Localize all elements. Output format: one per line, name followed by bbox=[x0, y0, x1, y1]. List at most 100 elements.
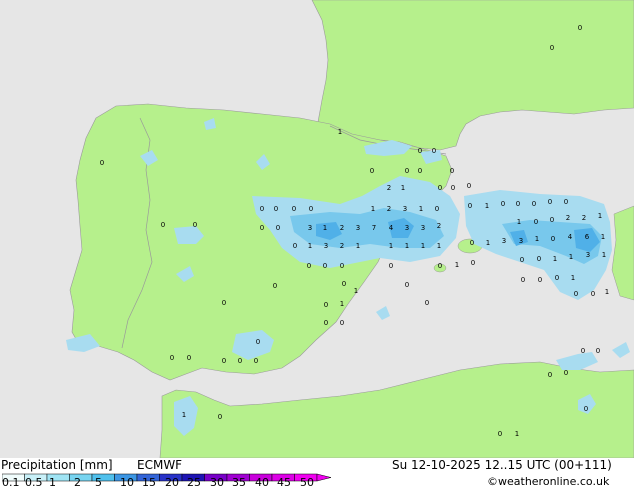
precip-value-label: 0 bbox=[581, 347, 585, 355]
legend-tick-label: 10 bbox=[120, 476, 134, 489]
precip-value-label: 1 bbox=[323, 224, 327, 232]
precip-value-label: 0 bbox=[418, 147, 422, 155]
footer-datetime: Su 12-10-2025 12..15 UTC (00+111) bbox=[392, 458, 612, 472]
precip-value-label: 1 bbox=[308, 242, 312, 250]
footer: Precipitation [mm] ECMWF Su 12-10-2025 1… bbox=[0, 458, 634, 490]
precip-value-label: 2 bbox=[437, 222, 441, 230]
precip-value-label: 3 bbox=[421, 224, 425, 232]
precip-value-label: 3 bbox=[403, 205, 407, 213]
precip-value-label: 0 bbox=[161, 221, 165, 229]
legend-tick-label: 35 bbox=[232, 476, 246, 489]
precip-value-label: 0 bbox=[591, 290, 595, 298]
legend-tick-label: 15 bbox=[142, 476, 156, 489]
precip-value-label: 0 bbox=[274, 205, 278, 213]
precip-value-label: 2 bbox=[387, 184, 391, 192]
precip-value-label: 0 bbox=[534, 218, 538, 226]
precip-value-label: 0 bbox=[555, 274, 559, 282]
precip-value-label: 0 bbox=[324, 301, 328, 309]
precip-value-label: 0 bbox=[521, 276, 525, 284]
precip-value-label: 0 bbox=[405, 167, 409, 175]
precip-value-label: 0 bbox=[451, 184, 455, 192]
precip-value-label: 1 bbox=[571, 274, 575, 282]
precip-value-label: 3 bbox=[356, 224, 360, 232]
precip-value-label: 1 bbox=[419, 205, 423, 213]
precip-value-label: 1 bbox=[182, 411, 186, 419]
legend-tick-label: 20 bbox=[165, 476, 179, 489]
precip-value-label: 1 bbox=[356, 242, 360, 250]
precip-value-label: 0 bbox=[323, 262, 327, 270]
precip-value-label: 2 bbox=[566, 214, 570, 222]
precip-value-label: 1 bbox=[535, 235, 539, 243]
precip-value-label: 2 bbox=[340, 242, 344, 250]
precip-value-label: 1 bbox=[371, 205, 375, 213]
precip-value-label: 1 bbox=[437, 242, 441, 250]
precip-value-label: 0 bbox=[471, 259, 475, 267]
precip-value-label: 0 bbox=[193, 221, 197, 229]
precip-value-label: 0 bbox=[501, 200, 505, 208]
precip-value-label: 1 bbox=[455, 261, 459, 269]
precip-value-label: 0 bbox=[273, 282, 277, 290]
precip-value-label: 4 bbox=[568, 233, 573, 241]
precip-value-label: 0 bbox=[292, 205, 296, 213]
precip-value-label: 0 bbox=[435, 205, 439, 213]
precip-value-label: 3 bbox=[324, 242, 328, 250]
precip-value-label: 0 bbox=[342, 280, 346, 288]
precip-value-label: 3 bbox=[405, 224, 409, 232]
precip-value-label: 0 bbox=[389, 262, 393, 270]
precip-value-label: 0 bbox=[470, 239, 474, 247]
precip-value-label: 0 bbox=[218, 413, 222, 421]
precip-value-label: 0 bbox=[548, 198, 552, 206]
precip-value-label: 0 bbox=[548, 371, 552, 379]
precip-value-label: 0 bbox=[309, 205, 313, 213]
precip-value-label: 0 bbox=[450, 167, 454, 175]
precip-value-label: 0 bbox=[574, 290, 578, 298]
footer-model: ECMWF bbox=[137, 458, 183, 472]
precip-value-label: 0 bbox=[418, 167, 422, 175]
precip-value-label: 0 bbox=[256, 338, 260, 346]
precip-value-label: 0 bbox=[438, 184, 442, 192]
legend-tick-label: 2 bbox=[74, 476, 81, 489]
precip-value-label: 0 bbox=[276, 224, 280, 232]
precip-value-label: 0 bbox=[468, 202, 472, 210]
precip-value-label: 0 bbox=[467, 182, 471, 190]
precip-value-label: 0 bbox=[222, 357, 226, 365]
precip-value-label: 1 bbox=[601, 233, 605, 241]
precip-value-label: 2 bbox=[582, 214, 586, 222]
precip-value-label: 0 bbox=[516, 200, 520, 208]
precip-value-label: 0 bbox=[425, 299, 429, 307]
precip-value-label: 0 bbox=[100, 159, 104, 167]
precip-value-label: 1 bbox=[486, 239, 490, 247]
legend-arrow bbox=[316, 473, 332, 482]
footer-title: Precipitation [mm] bbox=[1, 458, 113, 472]
precip-value-label: 1 bbox=[485, 202, 489, 210]
precip-value-label: 1 bbox=[405, 242, 409, 250]
precip-value-label: 2 bbox=[387, 205, 391, 213]
precip-value-label: 0 bbox=[551, 235, 555, 243]
precip-value-label: 4 bbox=[389, 224, 394, 232]
precip-value-label: 1 bbox=[569, 253, 573, 261]
precip-value-label: 0 bbox=[170, 354, 174, 362]
legend-tick-label: 0.1 bbox=[2, 476, 20, 489]
precip-value-label: 0 bbox=[260, 205, 264, 213]
precip-value-label: 0 bbox=[340, 319, 344, 327]
precip-value-label: 1 bbox=[340, 300, 344, 308]
precip-value-label: 0 bbox=[432, 147, 436, 155]
precip-value-label: 0 bbox=[324, 319, 328, 327]
precip-value-label: 0 bbox=[187, 354, 191, 362]
precip-value-label: 3 bbox=[586, 251, 590, 259]
precip-value-label: 0 bbox=[537, 255, 541, 263]
precip-value-label: 0 bbox=[532, 200, 536, 208]
legend-tick-label: 50 bbox=[300, 476, 314, 489]
precip-value-label: 1 bbox=[553, 255, 557, 263]
precip-value-label: 6 bbox=[585, 233, 590, 241]
precip-value-label: 3 bbox=[502, 237, 506, 245]
precip-value-label: 0 bbox=[370, 167, 374, 175]
legend-tick-label: 0.5 bbox=[25, 476, 43, 489]
precip-value-label: 3 bbox=[308, 224, 312, 232]
precip-value-label: 1 bbox=[421, 242, 425, 250]
footer-credit: ©weatheronline.co.uk bbox=[487, 475, 610, 488]
precip-value-label: 0 bbox=[498, 430, 502, 438]
precip-value-label: 0 bbox=[578, 24, 582, 32]
precip-value-label: 0 bbox=[438, 262, 442, 270]
precip-value-label: 1 bbox=[401, 184, 405, 192]
